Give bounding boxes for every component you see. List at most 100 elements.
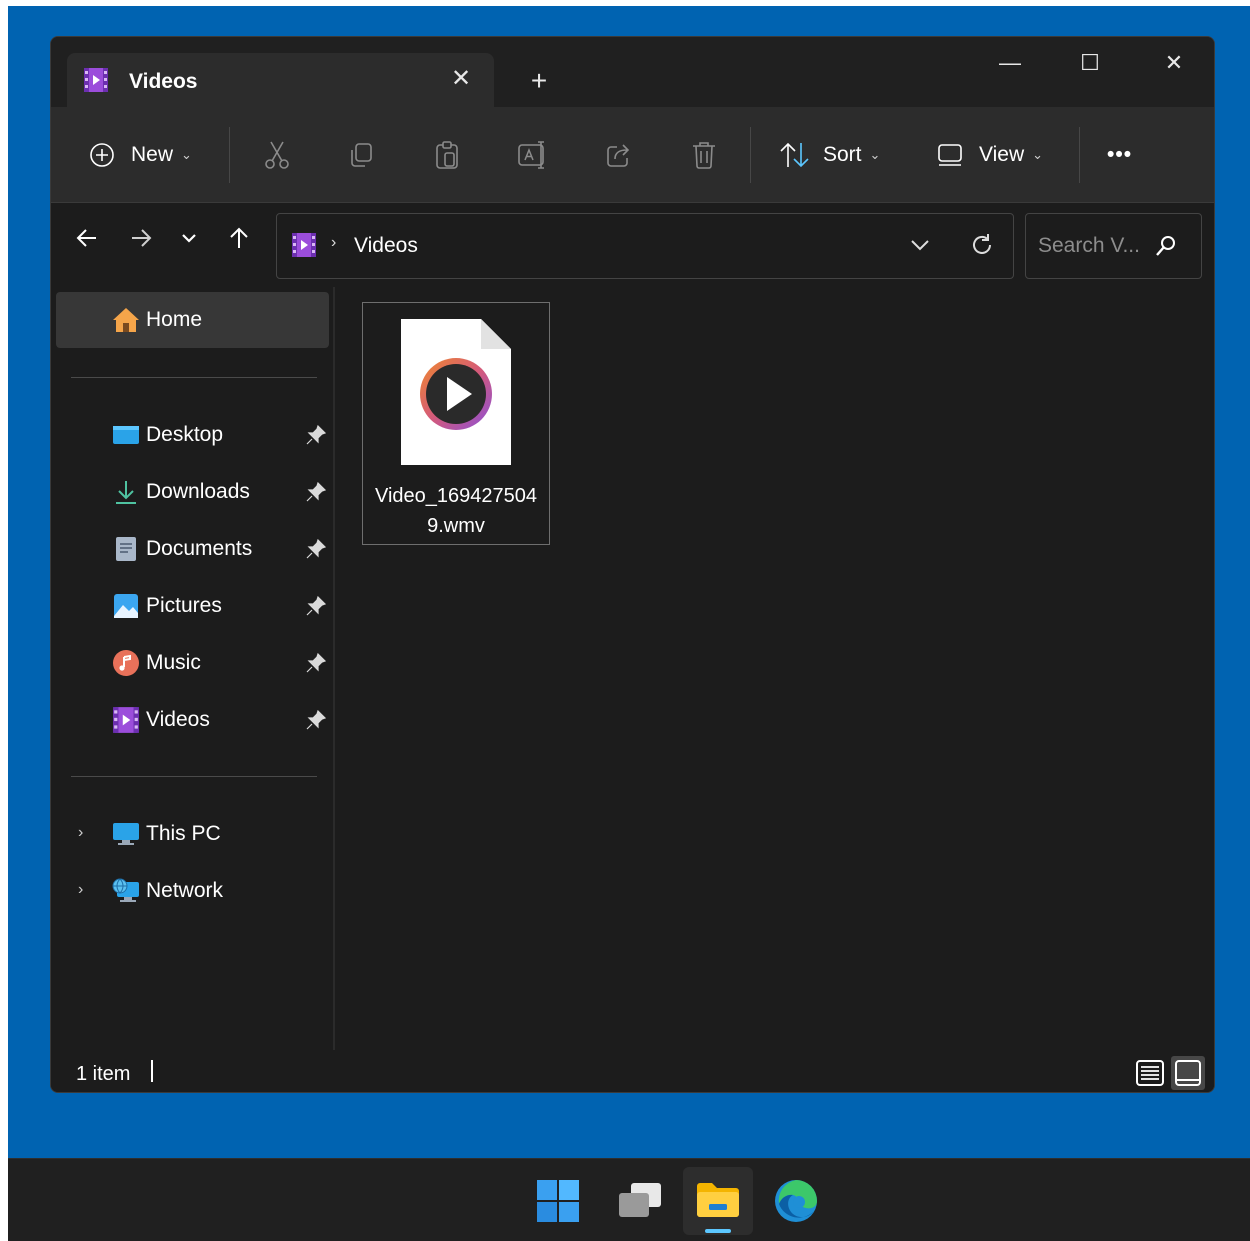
chevron-right-icon[interactable]: › <box>78 824 94 844</box>
chevron-down-icon: ⌄ <box>869 147 881 162</box>
nav-label: Music <box>146 651 201 674</box>
minimize-button[interactable]: — <box>983 47 1037 79</box>
arrow-left-icon <box>76 229 96 247</box>
active-indicator <box>705 1229 731 1233</box>
nav-label: Home <box>146 308 203 331</box>
nav-item-music[interactable]: Music <box>56 635 329 691</box>
chevron-down-icon: ⌄ <box>181 147 192 162</box>
copy-icon[interactable] <box>347 141 375 169</box>
nav-label: This PC <box>146 822 221 845</box>
title-bar: Videos ✕ + — ☐ ✕ <box>51 37 1214 107</box>
pin-icon[interactable] <box>306 653 326 673</box>
up-button[interactable] <box>221 215 257 261</box>
toolbar-separator <box>229 127 230 183</box>
nav-item-desktop[interactable]: Desktop <box>56 407 329 463</box>
file-item[interactable]: Video_1694275049.wmv <box>362 302 550 545</box>
arrow-up-icon <box>230 227 248 248</box>
sort-button[interactable]: Sort ⌄ <box>779 107 880 203</box>
share-icon[interactable] <box>605 141 633 169</box>
pin-icon[interactable] <box>306 539 326 559</box>
details-view-icon[interactable] <box>1133 1056 1167 1090</box>
breadcrumb-videos[interactable]: Videos <box>354 234 418 258</box>
music-icon <box>113 650 139 676</box>
tab-title: Videos <box>129 70 198 93</box>
file-explorer-window: Videos ✕ + — ☐ ✕ New ⌄ Sort ⌄ View ⌄ •••… <box>50 36 1215 1093</box>
nav-item-videos[interactable]: Videos <box>56 692 329 748</box>
view-button[interactable]: View ⌄ <box>937 107 1043 203</box>
edge-browser-button[interactable] <box>761 1167 831 1235</box>
plus-circle-icon <box>90 143 114 167</box>
pictures-icon <box>114 594 138 618</box>
view-icon <box>938 144 962 166</box>
video-file-icon <box>401 319 511 465</box>
new-button[interactable]: New ⌄ <box>89 107 192 203</box>
recent-locations-button[interactable] <box>171 215 207 261</box>
new-tab-button[interactable]: + <box>523 65 555 97</box>
command-bar: New ⌄ Sort ⌄ View ⌄ ••• <box>51 107 1214 203</box>
taskbar <box>8 1158 1250 1241</box>
nav-label: Pictures <box>146 594 222 617</box>
cut-icon[interactable] <box>263 140 291 170</box>
nav-divider <box>71 776 317 777</box>
tab-videos[interactable]: Videos ✕ <box>67 53 494 107</box>
network-icon <box>112 878 139 902</box>
task-view-button[interactable] <box>605 1167 675 1235</box>
download-arrow-icon <box>116 481 136 504</box>
chevron-right-icon[interactable]: › <box>78 881 94 901</box>
nav-divider <box>71 377 317 378</box>
pin-icon[interactable] <box>306 482 326 502</box>
navigation-pane: Home Desktop Downloads Documents Picture… <box>51 287 333 1050</box>
see-more-button[interactable]: ••• <box>1107 107 1132 203</box>
edge-icon <box>775 1180 817 1222</box>
pin-icon[interactable] <box>306 710 326 730</box>
nav-item-documents[interactable]: Documents <box>56 521 329 577</box>
chevron-down-icon[interactable] <box>905 230 935 260</box>
videos-folder-icon <box>84 68 108 92</box>
file-explorer-taskbar-button[interactable] <box>683 1167 753 1235</box>
close-window-button[interactable]: ✕ <box>1147 47 1201 79</box>
nav-item-network[interactable]: › Network <box>56 863 329 919</box>
nav-item-downloads[interactable]: Downloads <box>56 464 329 520</box>
arrow-right-icon <box>132 229 152 247</box>
new-label: New <box>131 143 174 166</box>
toolbar-separator <box>750 127 751 183</box>
desktop-icon <box>113 426 139 444</box>
view-label: View <box>979 143 1025 166</box>
large-icons-view-icon[interactable] <box>1171 1056 1205 1090</box>
start-button[interactable] <box>523 1167 593 1235</box>
pin-icon[interactable] <box>306 596 326 616</box>
nav-label: Network <box>146 879 224 902</box>
videos-folder-icon <box>113 707 139 733</box>
home-icon <box>113 308 139 332</box>
rename-icon[interactable] <box>517 140 549 170</box>
breadcrumb-separator: › <box>331 234 337 251</box>
nav-item-this-pc[interactable]: › This PC <box>56 806 329 862</box>
forward-button[interactable] <box>123 215 159 261</box>
search-icon <box>1156 236 1175 256</box>
videos-folder-icon <box>292 233 316 257</box>
pane-splitter[interactable] <box>333 287 335 1050</box>
nav-label: Documents <box>146 537 253 560</box>
computer-icon <box>113 823 139 845</box>
search-input[interactable]: Search V... <box>1038 234 1140 258</box>
sort-label: Sort <box>823 143 862 166</box>
sort-icon <box>780 142 809 168</box>
status-divider <box>151 1060 153 1082</box>
nav-label: Videos <box>146 708 210 731</box>
address-bar[interactable]: › Videos <box>276 213 1014 279</box>
item-count: 1 item <box>76 1063 131 1085</box>
delete-icon[interactable] <box>691 140 717 170</box>
pin-icon[interactable] <box>306 425 326 445</box>
status-bar: 1 item <box>51 1050 1214 1092</box>
refresh-icon[interactable] <box>967 230 997 260</box>
maximize-button[interactable]: ☐ <box>1063 47 1117 79</box>
nav-label: Desktop <box>146 423 224 446</box>
back-button[interactable] <box>69 215 105 261</box>
tab-close-icon[interactable]: ✕ <box>445 63 477 95</box>
toolbar-separator <box>1079 127 1080 183</box>
chevron-down-icon <box>182 234 196 243</box>
search-box[interactable]: Search V... <box>1025 213 1202 279</box>
nav-item-pictures[interactable]: Pictures <box>56 578 329 634</box>
nav-item-home[interactable]: Home <box>56 292 329 348</box>
paste-icon[interactable] <box>433 140 461 170</box>
